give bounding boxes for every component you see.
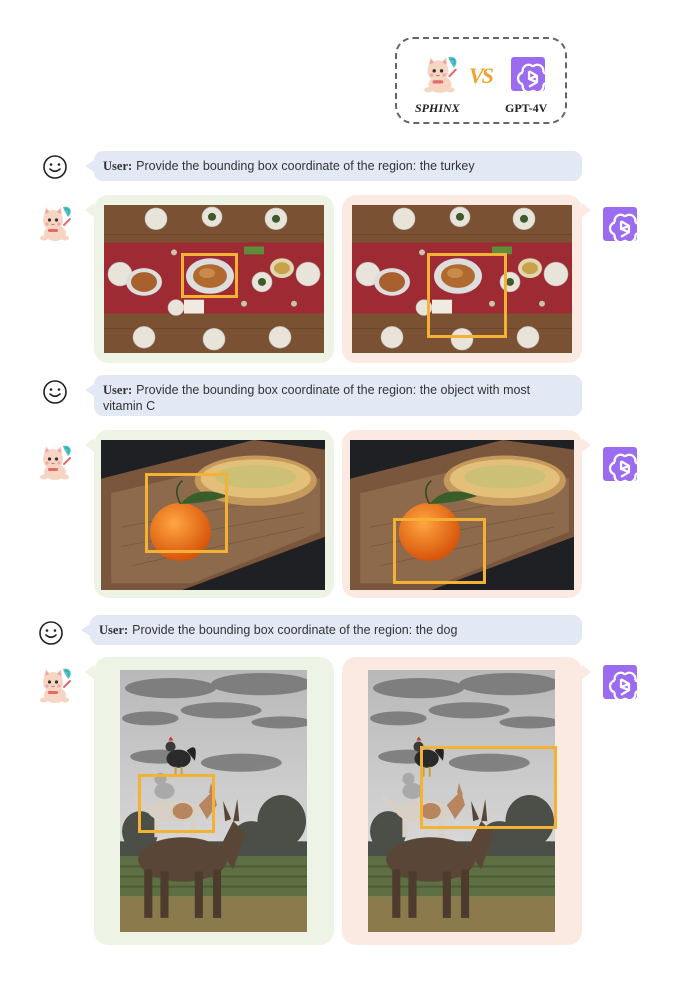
versus-label: VS	[469, 63, 494, 88]
user-prompt-bubble: User: Provide the bounding box coordinate…	[81, 615, 582, 645]
openai-logo-icon	[603, 207, 637, 241]
sphinx-mascot-icon	[35, 442, 75, 482]
legend-gpt-label: GPT-4V	[505, 101, 548, 115]
sphinx-mascot-icon	[35, 203, 75, 243]
prompt-text: Provide the bounding box coordinate of t…	[132, 623, 458, 637]
sphinx-mascot-icon	[419, 53, 461, 95]
sphinx-bounding-box	[145, 473, 228, 553]
user-smiley-icon	[42, 154, 68, 180]
gpt4v-bounding-box	[427, 253, 507, 338]
sphinx-answer-panel	[85, 195, 334, 363]
gpt4v-bounding-box	[393, 518, 486, 584]
user-smiley-icon	[38, 620, 64, 646]
gpt4v-answer-panel	[342, 195, 591, 363]
openai-logo-icon	[603, 665, 637, 699]
speaker-label: User:	[103, 383, 133, 397]
user-prompt-bubble: User: Provide the bounding box coordinate…	[85, 151, 582, 181]
speaker-label: User:	[103, 159, 133, 173]
user-smiley-icon	[42, 379, 68, 405]
sphinx-mascot-icon	[35, 665, 75, 705]
gpt4v-bounding-box	[420, 746, 557, 829]
speaker-label: User:	[99, 623, 129, 637]
openai-logo-icon	[511, 57, 545, 91]
sphinx-bounding-box	[181, 253, 238, 298]
prompt-text: Provide the bounding box coordinate of t…	[103, 383, 531, 413]
model-legend: VS SPHINX GPT-4V	[395, 37, 567, 124]
gpt4v-answer-panel	[342, 657, 591, 945]
sphinx-bounding-box	[138, 774, 215, 833]
user-prompt-bubble: User: Provide the bounding box coordinate…	[85, 375, 582, 416]
gpt4v-answer-panel	[342, 430, 591, 598]
sphinx-answer-panel	[85, 430, 334, 598]
openai-logo-icon	[603, 447, 637, 481]
prompt-text: Provide the bounding box coordinate of t…	[136, 159, 475, 173]
sphinx-answer-panel	[85, 657, 334, 945]
legend-sphinx-label: SPHINX	[415, 101, 460, 115]
